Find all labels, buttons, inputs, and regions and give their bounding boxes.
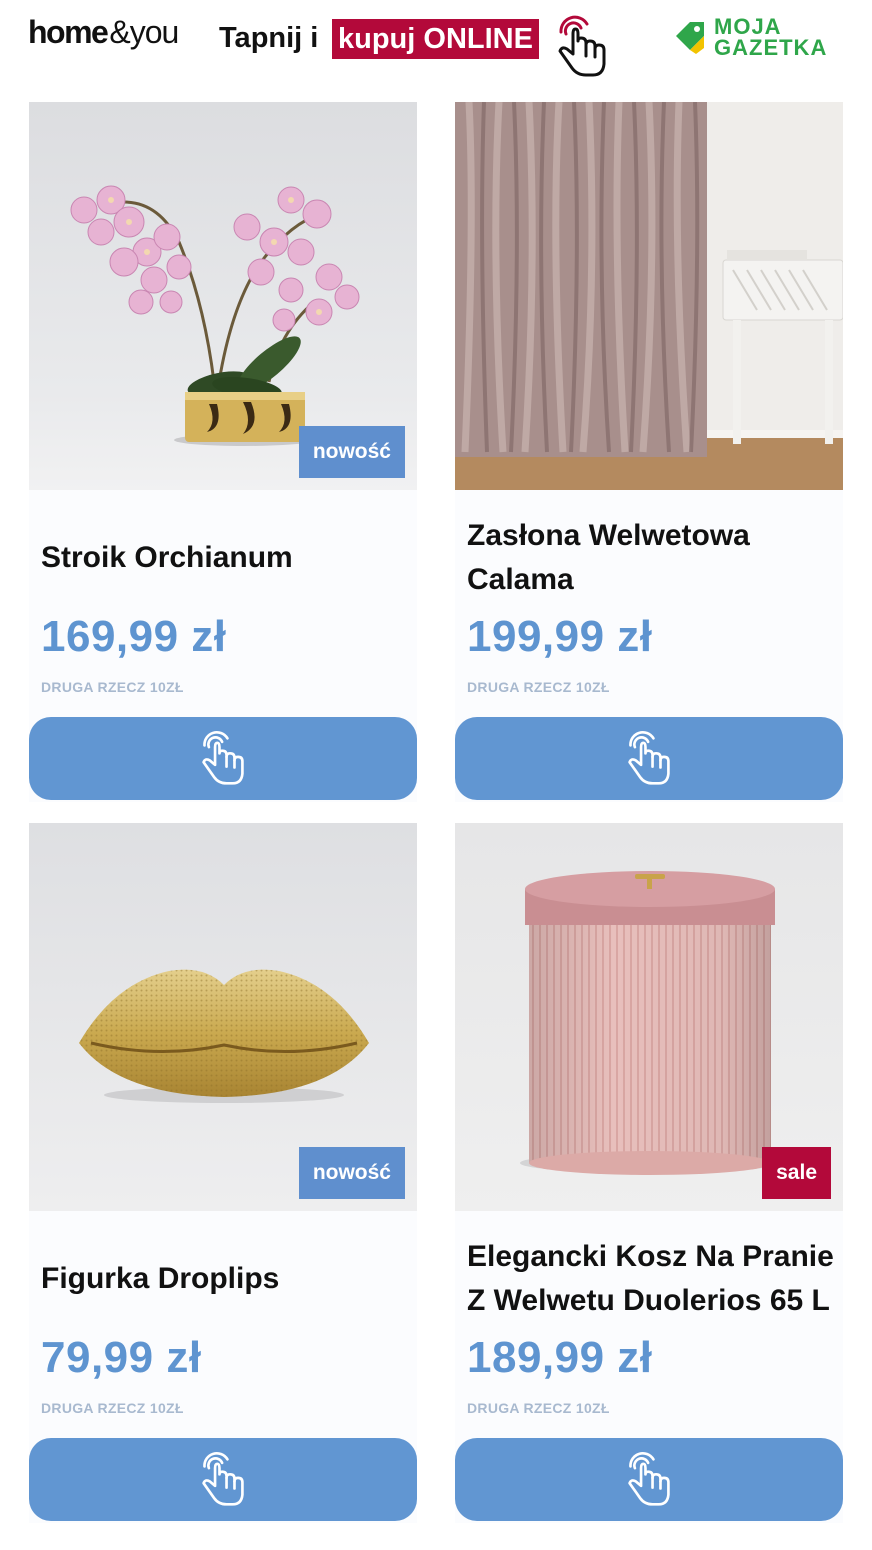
promo-text: DRUGA RZECZ 10ZŁ xyxy=(467,1400,610,1416)
product-card[interactable]: nowość Figurka Droplips 79,99 zł DRUGA R… xyxy=(29,823,417,1523)
product-card[interactable]: Zasłona Welwetowa Calama 199,99 zł DRUGA… xyxy=(455,102,843,802)
product-price: 79,99 zł xyxy=(41,1333,202,1382)
tag-icon xyxy=(672,18,710,56)
home-and-you-logo[interactable]: home &you xyxy=(28,14,179,54)
logo-word-home: home xyxy=(28,14,109,50)
buy-button[interactable] xyxy=(29,717,417,800)
partner-logo-line2: GAZETKA xyxy=(714,35,828,60)
orchid-image[interactable]: nowość xyxy=(29,102,417,490)
sale-badge: sale xyxy=(762,1147,831,1199)
product-card[interactable]: nowość Stroik Orchianum 169,99 zł DRUGA … xyxy=(29,102,417,802)
logo-word-you: &you xyxy=(109,14,179,50)
promo-text: DRUGA RZECZ 10ZŁ xyxy=(467,679,610,695)
curtain-image[interactable] xyxy=(455,102,843,490)
partner-logo-line1: MOJA xyxy=(714,14,782,39)
laundry-basket-image[interactable]: sale xyxy=(455,823,843,1211)
promo-text: DRUGA RZECZ 10ZŁ xyxy=(41,679,184,695)
lips-figurine-image[interactable]: nowość xyxy=(29,823,417,1211)
moja-gazetka-logo[interactable]: MOJA GAZETKA xyxy=(672,16,852,62)
cta-highlight[interactable]: kupuj ONLINE xyxy=(332,19,539,59)
tap-hand-icon xyxy=(623,1447,675,1512)
header: home &you Tapnij i kupuj ONLINE MOJA GAZ… xyxy=(0,0,872,90)
product-price: 189,99 zł xyxy=(467,1333,653,1382)
new-badge: nowość xyxy=(298,426,405,478)
tap-hand-icon xyxy=(197,726,249,791)
promo-text: DRUGA RZECZ 10ZŁ xyxy=(41,1400,184,1416)
product-price: 199,99 zł xyxy=(467,612,653,661)
tap-hand-icon xyxy=(197,1447,249,1512)
tap-hand-icon xyxy=(623,726,675,791)
buy-button[interactable] xyxy=(455,717,843,800)
product-price: 169,99 zł xyxy=(41,612,227,661)
product-title[interactable]: Zasłona Welwetowa Calama xyxy=(467,510,837,606)
product-title[interactable]: Elegancki Kosz Na Pranie Z Welwetu Duole… xyxy=(467,1231,837,1327)
new-badge: nowość xyxy=(298,1147,405,1199)
buy-button[interactable] xyxy=(455,1438,843,1521)
buy-button[interactable] xyxy=(29,1438,417,1521)
product-title[interactable]: Figurka Droplips xyxy=(41,1231,411,1327)
cta-prefix: Tapnij i xyxy=(219,22,319,54)
product-card[interactable]: sale Elegancki Kosz Na Pranie Z Welwetu … xyxy=(455,823,843,1523)
tap-hand-icon xyxy=(553,10,611,78)
product-title[interactable]: Stroik Orchianum xyxy=(41,510,411,606)
